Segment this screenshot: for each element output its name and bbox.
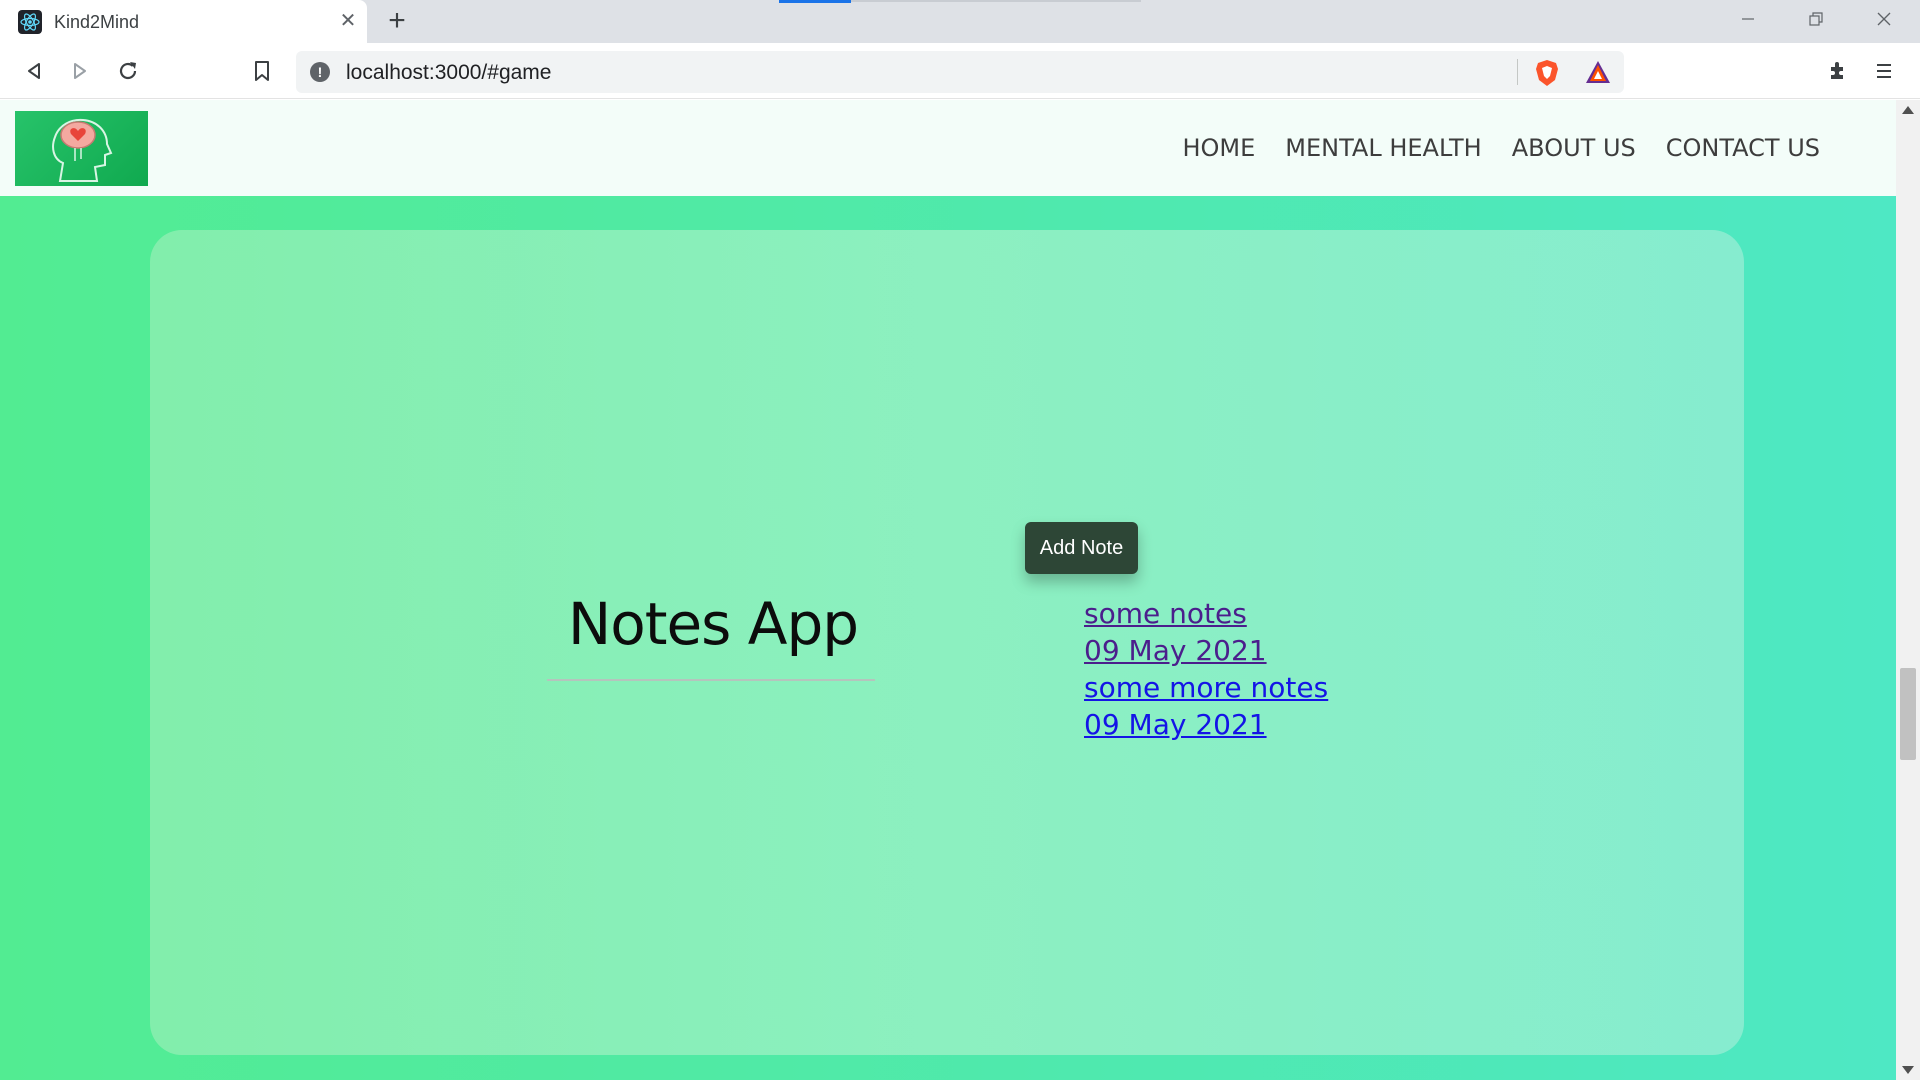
nav-about-us[interactable]: ABOUT US: [1512, 134, 1636, 162]
scroll-up-icon[interactable]: [1902, 106, 1914, 114]
tab-title: Kind2Mind: [54, 12, 140, 32]
nav-contact-us[interactable]: CONTACT US: [1666, 134, 1820, 162]
scroll-down-icon[interactable]: [1902, 1066, 1914, 1074]
info-icon[interactable]: !: [310, 62, 330, 82]
scroll-thumb[interactable]: [1900, 668, 1916, 760]
note-link-text[interactable]: some more notes: [1084, 669, 1328, 706]
extensions-icon[interactable]: [1822, 55, 1854, 87]
page-title: Notes App: [567, 590, 859, 658]
react-favicon-icon: [18, 10, 42, 34]
url-text[interactable]: localhost:3000/#game: [346, 61, 551, 85]
kind2mind-logo[interactable]: [15, 111, 148, 186]
back-icon[interactable]: [18, 55, 50, 87]
bookmark-icon[interactable]: [246, 55, 278, 87]
site-navbar: HOME MENTAL HEALTH ABOUT US CONTACT US: [0, 100, 1896, 196]
minimize-icon[interactable]: [1728, 6, 1768, 36]
reload-icon[interactable]: [112, 55, 144, 87]
nav-mental-health[interactable]: MENTAL HEALTH: [1285, 134, 1481, 162]
note-link-text[interactable]: some notes: [1084, 595, 1328, 632]
browser-tabstrip: Kind2Mind ✕ +: [0, 0, 1920, 43]
brave-shields-icon[interactable]: [1534, 59, 1560, 87]
note-link-date[interactable]: 09 May 2021: [1084, 632, 1328, 669]
notes-list: some notes 09 May 2021 some more notes 0…: [1084, 595, 1328, 743]
title-divider: [547, 679, 875, 681]
notes-card: Add Note Notes App some notes 09 May 202…: [150, 230, 1744, 1055]
browser-tab[interactable]: Kind2Mind ✕: [0, 0, 367, 43]
forward-icon[interactable]: [64, 55, 96, 87]
tab-loading-track: [851, 0, 1141, 2]
close-window-icon[interactable]: [1864, 6, 1904, 36]
nav-home[interactable]: HOME: [1182, 134, 1255, 162]
browser-toolbar: ! localhost:3000/#game: [0, 43, 1920, 99]
head-brain-icon: [52, 118, 113, 182]
close-tab-icon[interactable]: ✕: [336, 9, 360, 33]
page-viewport: HOME MENTAL HEALTH ABOUT US CONTACT US A…: [0, 100, 1896, 1080]
brave-rewards-icon[interactable]: [1584, 59, 1612, 85]
add-note-button[interactable]: Add Note: [1025, 522, 1138, 574]
restore-icon[interactable]: [1796, 6, 1836, 36]
menu-icon[interactable]: [1868, 55, 1900, 87]
note-link-date[interactable]: 09 May 2021: [1084, 706, 1328, 743]
address-bar[interactable]: ! localhost:3000/#game: [296, 51, 1624, 93]
new-tab-icon[interactable]: +: [382, 6, 412, 37]
vertical-scrollbar[interactable]: [1896, 100, 1920, 1080]
main-nav: HOME MENTAL HEALTH ABOUT US CONTACT US: [1182, 100, 1820, 196]
tab-loading-bar: [779, 0, 851, 3]
omnibox-divider: [1517, 59, 1518, 85]
